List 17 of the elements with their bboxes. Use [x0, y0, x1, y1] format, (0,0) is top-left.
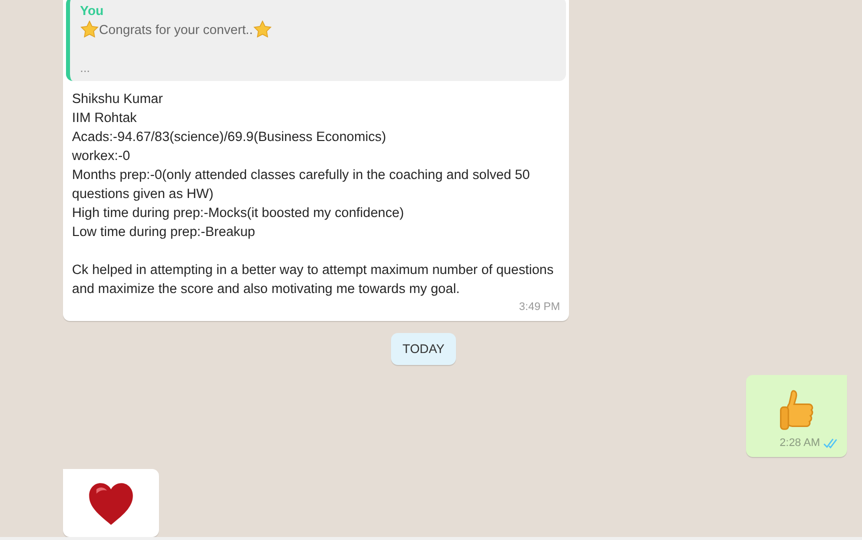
message-text: Low time during prep:-Breakup	[71, 223, 256, 241]
message-text: Acads:-94.67/83(science)/69.9(Business Economics)	[71, 128, 388, 146]
star-icon	[252, 20, 272, 39]
message-text: Shikshu Kumar	[71, 90, 164, 108]
message-time: 3:49 PM	[518, 300, 561, 313]
message-text: Ck helped in attempting in a better way to attempt maximum number of questions and maximize the score and also motivating me towards my goal.	[71, 261, 555, 298]
quote-text: Congrats for your convert..	[99, 22, 253, 37]
star-icon	[80, 20, 99, 39]
quoted-message[interactable]: You Congrats for your convert.. ...	[66, 0, 566, 81]
message-time: 2:28 AM	[780, 437, 820, 449]
message-text: workex:-0	[71, 147, 132, 165]
message-text: High time during prep:-Mocks(it boosted my confidence)	[71, 204, 405, 222]
date-badge: TODAY	[390, 333, 456, 365]
message-text: Months prep:-0(only attended classes carefully in the coaching and solved 50 questions given as HW)	[71, 166, 531, 203]
quote-more: ...	[80, 61, 92, 75]
message-text: IIM Rohtak	[71, 109, 138, 127]
quote-author: You	[80, 3, 105, 18]
